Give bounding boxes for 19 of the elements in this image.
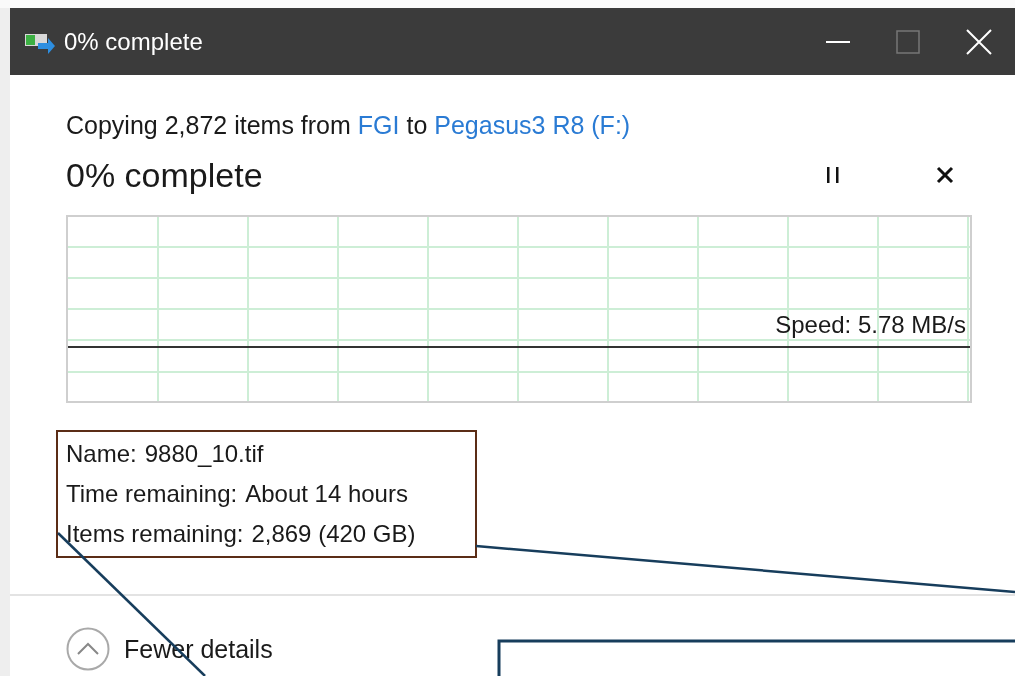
detail-value: 2,869 (420 GB) [251,519,416,549]
detail-label: Items remaining: [66,519,244,549]
maximize-icon [896,29,920,54]
close-icon [966,28,992,55]
speed-label: Speed: 5.78 MB/s [775,311,966,339]
detail-label: Time remaining: [66,479,238,509]
pause-button[interactable] [826,167,840,183]
detail-label: Name: [66,439,137,469]
destination-link[interactable]: Pegasus3 R8 (F:) [434,111,631,139]
source-link[interactable]: FGI [357,111,400,139]
progress-heading: 0% complete [66,155,264,195]
detail-value: 9880_10.tif [144,439,264,469]
chevron-icon [66,627,110,671]
close-icon [936,166,954,184]
window-title: 0% complete [64,27,204,56]
copy-summary: Copying 2,872 items from FGI to Pegasus3 R8 (F:) [66,110,632,140]
pause-icon [826,167,840,183]
detail-value: About 14 hours [245,479,408,509]
cancel-button[interactable] [936,166,954,184]
